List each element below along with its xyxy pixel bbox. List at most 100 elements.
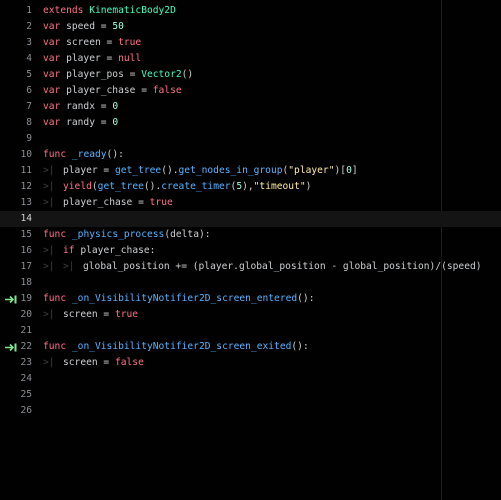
- code-token: var: [43, 21, 61, 32]
- code-editor[interactable]: 1 extends KinematicBody2D 2 var speed = 50 3…: [0, 0, 501, 500]
- code-line[interactable]: 23 >| screen = false: [0, 355, 501, 371]
- code-token: get_tree: [97, 181, 144, 192]
- code-line[interactable]: 16 >| if player_chase:: [0, 243, 501, 259]
- code-token: create_timer: [161, 181, 231, 192]
- code-line[interactable]: 26: [0, 403, 501, 419]
- code-line[interactable]: 7 var randx = 0: [0, 99, 501, 115]
- code-line[interactable]: 8 var randy = 0: [0, 115, 501, 131]
- code-line[interactable]: 20 >| screen = true: [0, 307, 501, 323]
- code-line[interactable]: 6 var player_chase = false: [0, 83, 501, 99]
- code-text: func _ready():: [43, 147, 124, 163]
- code-text: >| >| global_position += (player.global_po…: [43, 259, 482, 275]
- code-line[interactable]: 11 >| player = get_tree().get_nodes_in_gro…: [0, 163, 501, 179]
- code-token: var: [43, 69, 61, 80]
- line-number: 18: [20, 277, 32, 288]
- code-line[interactable]: 12 >| yield(get_tree().create_timer(5),"ti…: [0, 179, 501, 195]
- code-line[interactable]: 10 func _ready():: [0, 147, 501, 163]
- tab-indent-icon: >|: [43, 165, 55, 176]
- code-token: func: [43, 293, 67, 304]
- line-number: 23: [20, 357, 32, 368]
- code-line[interactable]: 18: [0, 275, 501, 291]
- code-token: "timeout": [253, 181, 306, 192]
- code-line[interactable]: 21: [0, 323, 501, 339]
- line-number: 20: [20, 309, 32, 320]
- code-text: var speed = 50: [43, 19, 124, 35]
- code-line[interactable]: 4 var player = null: [0, 51, 501, 67]
- code-token: player =: [60, 53, 119, 64]
- code-line[interactable]: 3 var screen = true: [0, 35, 501, 51]
- line-number: 2: [26, 21, 32, 32]
- code-token: screen =: [60, 37, 119, 48]
- code-token: extends: [43, 5, 84, 16]
- code-token: ().: [161, 165, 179, 176]
- code-token: KinematicBody2D: [89, 5, 176, 16]
- code-token: ():: [297, 293, 315, 304]
- line-number: 17: [20, 261, 32, 272]
- code-token: func: [43, 149, 67, 160]
- line-number: 13: [20, 197, 32, 208]
- code-token: global_position += (player.global_positi…: [83, 261, 482, 272]
- code-token: false: [114, 357, 144, 368]
- code-line[interactable]: 14: [0, 211, 501, 227]
- code-token: _physics_process: [71, 229, 165, 240]
- code-text: >| screen = true: [43, 307, 138, 323]
- code-token: speed =: [60, 21, 113, 32]
- line-number: 8: [26, 117, 32, 128]
- line-number: 16: [20, 245, 32, 256]
- line-number: 24: [20, 373, 32, 384]
- tab-indent-icon: >|: [43, 197, 55, 208]
- line-number: 10: [20, 149, 32, 160]
- code-token: var: [43, 101, 61, 112]
- code-token: var: [43, 117, 61, 128]
- code-line[interactable]: 22 func _on_VisibilityNotifier2D_screen_e…: [0, 339, 501, 355]
- code-token: (): [181, 69, 194, 80]
- code-line[interactable]: 25: [0, 387, 501, 403]
- code-line[interactable]: 9: [0, 131, 501, 147]
- code-text: func _on_VisibilityNotifier2D_screen_exi…: [43, 339, 309, 355]
- code-token: "player": [288, 165, 335, 176]
- code-text: extends KinematicBody2D: [43, 3, 176, 19]
- code-text: func _on_VisibilityNotifier2D_screen_ent…: [43, 291, 314, 307]
- code-token: (delta):: [164, 229, 211, 240]
- code-token: _on_VisibilityNotifier2D_screen_exited: [71, 341, 292, 352]
- code-text: var player_chase = false: [43, 83, 182, 99]
- code-token: true: [149, 197, 173, 208]
- code-token: _on_VisibilityNotifier2D_screen_entered: [71, 293, 298, 304]
- tab-indent-icon: >|: [43, 309, 55, 320]
- line-number: 3: [26, 37, 32, 48]
- code-text: >| screen = false: [43, 355, 144, 371]
- tab-indent-icon: >|: [43, 357, 55, 368]
- code-token: player_chase:: [74, 245, 156, 256]
- code-token: true: [118, 37, 142, 48]
- line-number: 11: [20, 165, 32, 176]
- code-token: player_chase =: [63, 197, 150, 208]
- code-text: var screen = true: [43, 35, 141, 51]
- code-line[interactable]: 13 >| player_chase = true: [0, 195, 501, 211]
- code-line[interactable]: 24: [0, 371, 501, 387]
- code-token: player_chase =: [60, 85, 153, 96]
- code-token: func: [43, 229, 67, 240]
- code-text: >| if player_chase:: [43, 243, 155, 259]
- code-line[interactable]: 2 var speed = 50: [0, 19, 501, 35]
- tab-indent-icon: >|: [43, 181, 55, 192]
- code-token: var: [43, 53, 61, 64]
- code-line[interactable]: 5 var player_pos = Vector2(): [0, 67, 501, 83]
- code-token: _ready: [71, 149, 107, 160]
- code-line[interactable]: 1 extends KinematicBody2D: [0, 3, 501, 19]
- code-line[interactable]: 17 >| >| global_position += (player.global_…: [0, 259, 501, 275]
- code-token: randx =: [60, 101, 113, 112]
- line-number: 15: [20, 229, 32, 240]
- code-token: var: [43, 85, 61, 96]
- code-token: screen =: [63, 309, 115, 320]
- code-token: ),: [242, 181, 254, 192]
- code-text: func _physics_process(delta):: [43, 227, 211, 243]
- code-token: 0: [112, 101, 119, 112]
- code-line[interactable]: 19 func _on_VisibilityNotifier2D_screen_e…: [0, 291, 501, 307]
- code-token: ():: [106, 149, 124, 160]
- code-token: true: [114, 309, 139, 320]
- line-number: 5: [26, 69, 32, 80]
- code-line[interactable]: 15 func _physics_process(delta):: [0, 227, 501, 243]
- code-token: )[: [334, 165, 347, 176]
- code-token: yield: [63, 181, 92, 192]
- code-token: var: [43, 37, 61, 48]
